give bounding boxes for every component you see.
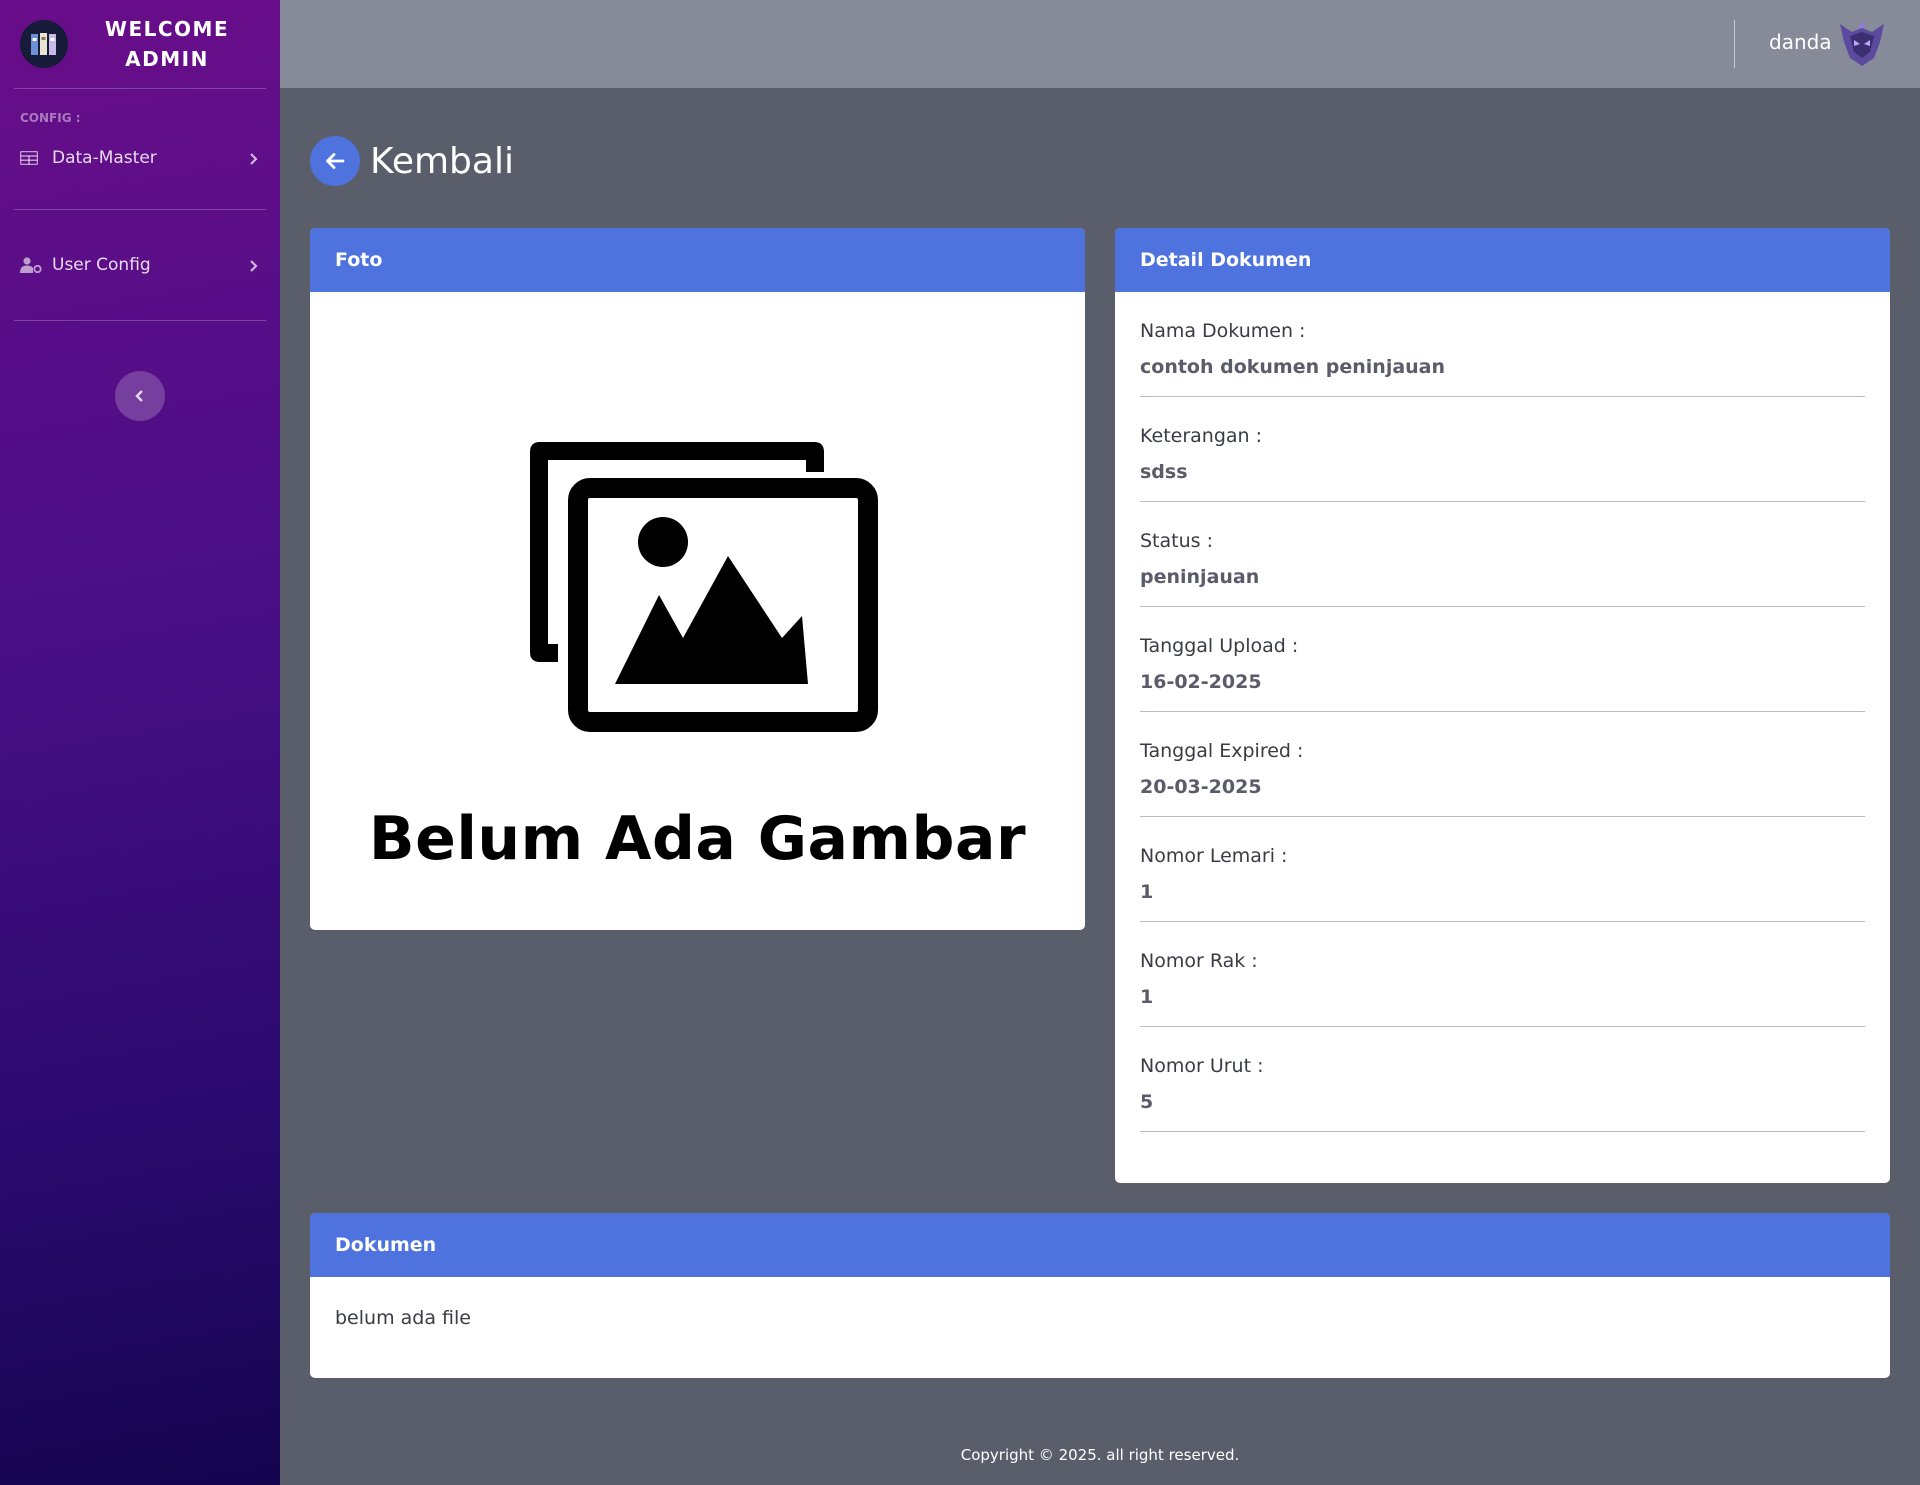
sidebar-item-data-master[interactable]: Data-Master bbox=[0, 133, 280, 183]
sidebar-item-user-config[interactable]: User Config bbox=[0, 240, 280, 290]
user-name[interactable]: danda bbox=[1769, 30, 1832, 54]
table-icon bbox=[20, 149, 42, 167]
detail-value: 1 bbox=[1140, 986, 1154, 1008]
brand-line-1: WELCOME bbox=[104, 17, 230, 41]
back-row: Kembali bbox=[310, 136, 514, 186]
detail-label: Tanggal Expired : bbox=[1140, 740, 1304, 762]
avatar[interactable] bbox=[1836, 18, 1888, 70]
detail-card-title: Detail Dokumen bbox=[1115, 228, 1890, 292]
detail-label: Keterangan : bbox=[1140, 425, 1263, 447]
detail-value: sdss bbox=[1140, 461, 1188, 483]
topbar: danda bbox=[280, 0, 1920, 88]
detail-value: 16-02-2025 bbox=[1140, 671, 1262, 693]
sidebar-item-label: Data-Master bbox=[52, 148, 157, 168]
no-image-text: Belum Ada Gambar bbox=[368, 804, 1027, 874]
detail-label: Nama Dokumen : bbox=[1140, 320, 1306, 342]
detail-card: Detail Dokumen Nama Dokumen : contoh dok… bbox=[1115, 228, 1890, 1183]
image-placeholder-icon bbox=[529, 442, 878, 732]
detail-label: Nomor Rak : bbox=[1140, 950, 1258, 972]
detail-value: 1 bbox=[1140, 881, 1154, 903]
detail-label: Nomor Urut : bbox=[1140, 1055, 1264, 1077]
user-cog-icon bbox=[20, 256, 42, 274]
sidebar: WELCOME ADMIN CONFIG : Data-Master User … bbox=[0, 0, 280, 1485]
back-button[interactable] bbox=[310, 136, 360, 186]
detail-value: 5 bbox=[1140, 1091, 1154, 1113]
detail-row-nama-dokumen: Nama Dokumen : contoh dokumen peninjauan bbox=[1140, 292, 1865, 397]
sidebar-brand[interactable]: WELCOME ADMIN bbox=[0, 0, 280, 88]
topbar-divider bbox=[1734, 20, 1735, 68]
detail-row-keterangan: Keterangan : sdss bbox=[1140, 397, 1865, 502]
detail-row-nomor-urut: Nomor Urut : 5 bbox=[1140, 1027, 1865, 1132]
footer-copyright: Copyright © 2025. all right reserved. bbox=[960, 1446, 1240, 1464]
detail-value: 20-03-2025 bbox=[1140, 776, 1262, 798]
sidebar-toggle-button[interactable] bbox=[115, 371, 165, 421]
chevron-left-icon bbox=[135, 390, 143, 402]
detail-label: Nomor Lemari : bbox=[1140, 845, 1288, 867]
dokumen-card-title: Dokumen bbox=[310, 1213, 1890, 1277]
chevron-right-icon bbox=[248, 151, 260, 165]
brand-title: WELCOME ADMIN bbox=[68, 14, 280, 74]
brand-line-2: ADMIN bbox=[125, 47, 209, 71]
sidebar-heading: CONFIG : bbox=[20, 111, 81, 125]
detail-row-status: Status : peninjauan bbox=[1140, 502, 1865, 607]
sidebar-item-label: User Config bbox=[52, 255, 151, 275]
dokumen-card: Dokumen belum ada file bbox=[310, 1213, 1890, 1378]
detail-label: Tanggal Upload : bbox=[1140, 635, 1299, 657]
detail-card-body: Nama Dokumen : contoh dokumen peninjauan… bbox=[1115, 292, 1890, 1132]
detail-row-nomor-lemari: Nomor Lemari : 1 bbox=[1140, 817, 1865, 922]
sidebar-divider bbox=[14, 209, 266, 210]
detail-value: contoh dokumen peninjauan bbox=[1140, 356, 1446, 378]
detail-value: peninjauan bbox=[1140, 566, 1260, 588]
foto-card-body: Belum Ada Gambar bbox=[310, 292, 1085, 930]
back-label[interactable]: Kembali bbox=[370, 141, 514, 182]
detail-row-nomor-rak: Nomor Rak : 1 bbox=[1140, 922, 1865, 1027]
detail-label: Status : bbox=[1140, 530, 1213, 552]
detail-row-tanggal-upload: Tanggal Upload : 16-02-2025 bbox=[1140, 607, 1865, 712]
foto-card: Foto Belum Ada Gambar bbox=[310, 228, 1085, 930]
detail-row-tanggal-expired: Tanggal Expired : 20-03-2025 bbox=[1140, 712, 1865, 817]
sidebar-divider bbox=[14, 320, 266, 321]
archive-logo-icon bbox=[20, 20, 68, 68]
chevron-right-icon bbox=[248, 258, 260, 272]
dokumen-card-body: belum ada file bbox=[335, 1307, 471, 1329]
foto-card-title: Foto bbox=[310, 228, 1085, 292]
arrow-left-icon bbox=[326, 153, 345, 169]
